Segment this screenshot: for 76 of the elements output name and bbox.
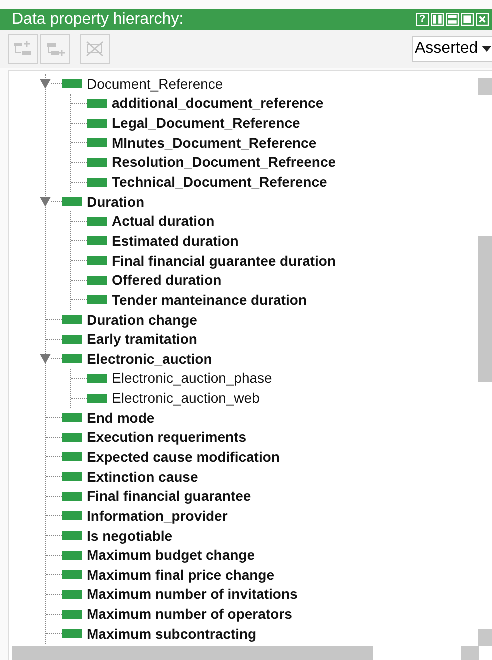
- tree-item[interactable]: Early tramitation: [40, 329, 198, 349]
- view-dropdown[interactable]: Asserted: [412, 36, 492, 62]
- tree-item[interactable]: Expected cause modification: [40, 447, 280, 467]
- property-icon: [62, 511, 82, 520]
- property-icon: [87, 98, 107, 108]
- expand-toggle-icon[interactable]: [40, 78, 51, 90]
- add-sibling-icon: [45, 40, 65, 58]
- tree-item[interactable]: Estimated duration: [71, 231, 239, 251]
- tree-item[interactable]: Execution requeriments: [40, 428, 246, 448]
- property-icon: [87, 236, 107, 246]
- tree-item[interactable]: Duration change: [40, 310, 198, 330]
- tree-item[interactable]: Electronic_auction_web: [71, 388, 260, 408]
- panel-title: Data property hierarchy:: [12, 10, 184, 28]
- property-icon: [87, 394, 107, 403]
- tree-item[interactable]: Information_provider: [40, 506, 228, 526]
- tree-item[interactable]: Actual duration: [71, 211, 215, 232]
- property-icon: [62, 531, 82, 540]
- tree-item[interactable]: Maximum subcontracting: [40, 624, 257, 644]
- property-icon: [62, 550, 82, 560]
- property-icon: [62, 570, 82, 580]
- tree-item[interactable]: MInutes_Document_Reference: [71, 132, 317, 153]
- property-icon: [87, 295, 107, 304]
- tree-item[interactable]: Tender manteinance duration: [71, 290, 307, 310]
- property-icon: [62, 354, 82, 364]
- tree-item[interactable]: Offered duration: [71, 270, 222, 290]
- scroll-down-button[interactable]: [478, 629, 492, 646]
- property-icon: [62, 492, 82, 501]
- property-icon: [62, 197, 82, 206]
- property-icon: [87, 216, 107, 226]
- property-icon: [62, 413, 82, 422]
- property-icon: [62, 334, 82, 344]
- property-icon: [62, 472, 82, 482]
- property-icon: [87, 276, 107, 285]
- expand-toggle-icon[interactable]: [40, 196, 51, 208]
- property-icon: [87, 158, 107, 167]
- add-subproperty-icon: [13, 40, 33, 58]
- tree-item[interactable]: Maximum final price change: [40, 565, 274, 585]
- scroll-up-button[interactable]: [478, 78, 492, 95]
- tree-item[interactable]: Electronic_auction_phase: [71, 368, 272, 388]
- property-icon: [62, 452, 82, 462]
- property-icon: [62, 79, 82, 88]
- expand-toggle-icon[interactable]: [40, 353, 51, 364]
- tree-item[interactable]: Maximum number of operators: [40, 604, 292, 624]
- scrollbar-thumb[interactable]: [478, 236, 492, 382]
- tree-item[interactable]: Document_Reference: [40, 74, 224, 94]
- maximize-icon[interactable]: [461, 13, 474, 26]
- split-vertical-icon[interactable]: [431, 13, 444, 26]
- property-icon: [87, 178, 107, 187]
- tree-item[interactable]: Final financial guarantee: [40, 486, 252, 506]
- property-icon: [62, 590, 82, 599]
- tree-item[interactable]: Final financial guarantee duration: [71, 250, 336, 270]
- tree-item[interactable]: Extinction cause: [40, 466, 198, 486]
- tree-item[interactable]: Maximum budget change: [40, 545, 256, 566]
- tree-item[interactable]: Electronic_auction: [40, 348, 212, 369]
- split-horizontal-icon[interactable]: [446, 13, 459, 26]
- property-icon: [87, 118, 107, 128]
- delete-icon: [85, 40, 105, 58]
- close-icon[interactable]: [476, 13, 489, 26]
- tree-item[interactable]: End mode: [40, 408, 155, 428]
- tree-item[interactable]: Maximum number of invitations: [40, 584, 298, 604]
- property-icon: [87, 374, 107, 383]
- property-icon: [62, 315, 82, 324]
- caret-icon: [482, 46, 492, 52]
- tree-item[interactable]: Legal_Document_Reference: [71, 113, 300, 133]
- property-icon: [62, 610, 82, 619]
- scrollbar-thumb[interactable]: [12, 646, 373, 660]
- property-icon: [62, 629, 82, 638]
- property-icon: [87, 138, 107, 148]
- scroll-right-button[interactable]: [461, 646, 479, 660]
- property-icon: [62, 432, 82, 442]
- tree-item[interactable]: Resolution_Document_Refreence: [71, 152, 336, 172]
- property-icon: [87, 256, 107, 266]
- tree-item[interactable]: additional_document_reference: [71, 94, 324, 114]
- tree-item[interactable]: Duration: [40, 192, 145, 212]
- tree-item[interactable]: Technical_Document_Reference: [71, 172, 328, 192]
- tree-item[interactable]: Is negotiable: [40, 526, 173, 546]
